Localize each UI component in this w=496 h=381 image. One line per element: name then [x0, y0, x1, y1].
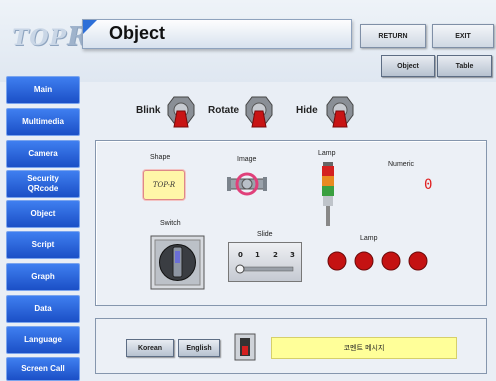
page-title: Object: [109, 23, 166, 43]
comment-message: 코멘트 메시지: [271, 337, 457, 359]
korean-button[interactable]: Korean: [126, 339, 174, 357]
sidebar: Main Multimedia Camera Security QRcode O…: [0, 76, 80, 381]
lamp-icon[interactable]: [354, 251, 374, 271]
tab-table[interactable]: Table: [437, 55, 492, 77]
slide-rail: [236, 266, 294, 272]
lamp-icon[interactable]: [408, 251, 428, 271]
title-accent-triangle: [83, 20, 97, 34]
shape-object[interactable]: TOP-R: [143, 170, 185, 200]
hide-label: Hide: [296, 105, 318, 116]
hide-toggle[interactable]: [325, 95, 355, 129]
rotate-label: Rotate: [208, 105, 240, 116]
sidebar-item-screen-call[interactable]: Screen Call: [6, 357, 80, 381]
page-title-box: Object: [82, 19, 352, 49]
slide-tick-label: 2: [273, 251, 278, 259]
return-button[interactable]: RETURN: [360, 24, 426, 48]
lamp-icon[interactable]: [327, 251, 347, 271]
topr-logo: TOPR: [12, 22, 90, 52]
sidebar-item-graph[interactable]: Graph: [6, 263, 80, 291]
slide-control[interactable]: 0 1 2 3: [228, 242, 302, 282]
sidebar-item-main[interactable]: Main: [6, 76, 80, 104]
slide-tick-label: 1: [255, 251, 260, 259]
sidebar-item-object[interactable]: Object: [6, 200, 80, 228]
slide-track: 0 1 2 3: [235, 251, 295, 274]
blink-label: Blink: [136, 105, 161, 116]
numeric-value[interactable]: 0: [424, 177, 432, 193]
image-label: Image: [237, 156, 257, 163]
sidebar-item-camera[interactable]: Camera: [6, 140, 80, 168]
sidebar-item-multimedia[interactable]: Multimedia: [6, 108, 80, 136]
valve-image[interactable]: [227, 168, 267, 200]
rotary-switch[interactable]: [150, 235, 205, 290]
lamp-icon[interactable]: [381, 251, 401, 271]
lamp-tower-icon[interactable]: [318, 160, 338, 228]
slide-knob[interactable]: [235, 264, 245, 274]
tab-object[interactable]: Object: [381, 55, 435, 77]
slide-tick-label: 0: [238, 251, 243, 259]
switch-label: Switch: [160, 220, 181, 227]
lamp-tower-label: Lamp: [318, 150, 336, 157]
rotate-toggle[interactable]: [244, 95, 274, 129]
sidebar-item-security-qrcode[interactable]: Security QRcode: [6, 170, 80, 198]
lamp-row: [327, 251, 428, 271]
slide-label: Slide: [257, 231, 273, 238]
exit-button[interactable]: EXIT: [432, 24, 494, 48]
shape-label: Shape: [150, 154, 171, 161]
sidebar-item-language[interactable]: Language: [6, 326, 80, 354]
sidebar-item-data[interactable]: Data: [6, 295, 80, 323]
sidebar-item-script[interactable]: Script: [6, 231, 80, 259]
slide-tick-label: 3: [290, 251, 295, 259]
lamp-row-label: Lamp: [360, 235, 378, 242]
blink-toggle[interactable]: [166, 95, 196, 129]
numeric-label: Numeric: [388, 161, 415, 168]
english-button[interactable]: English: [178, 339, 220, 357]
toggle-switch-icon[interactable]: [234, 333, 256, 361]
